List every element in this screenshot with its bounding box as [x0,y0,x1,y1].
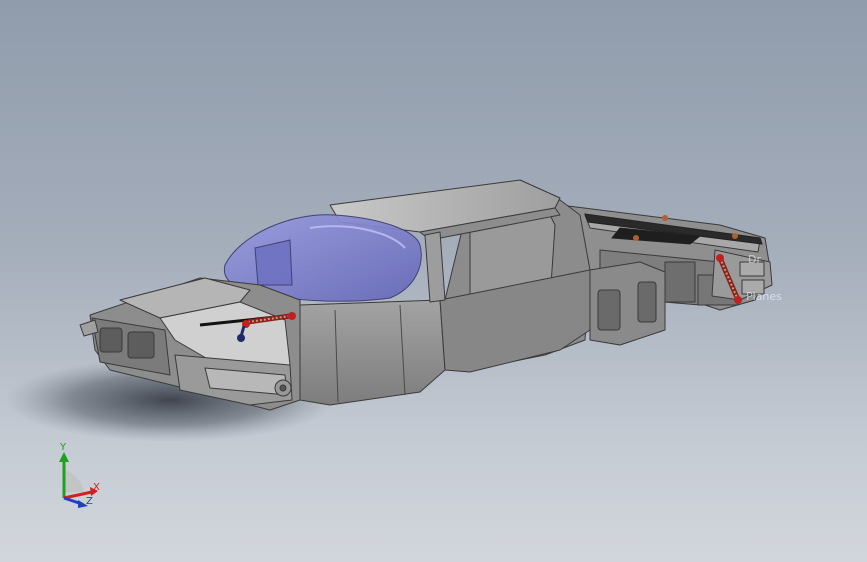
y-axis-head-icon [59,452,69,462]
faint-label-dr: Dr [748,253,761,266]
cad-3d-viewport[interactable]: Dr Planes Y X Z [0,0,867,562]
y-axis-label: Y [59,442,67,453]
triad-plane-icon [64,470,84,492]
chassis-3d-model[interactable] [0,0,867,562]
faint-label-planes: Planes [746,290,782,303]
x-axis-label: X [93,482,100,493]
z-axis-label: Z [86,496,93,507]
orientation-triad[interactable]: Y X Z [48,440,118,510]
